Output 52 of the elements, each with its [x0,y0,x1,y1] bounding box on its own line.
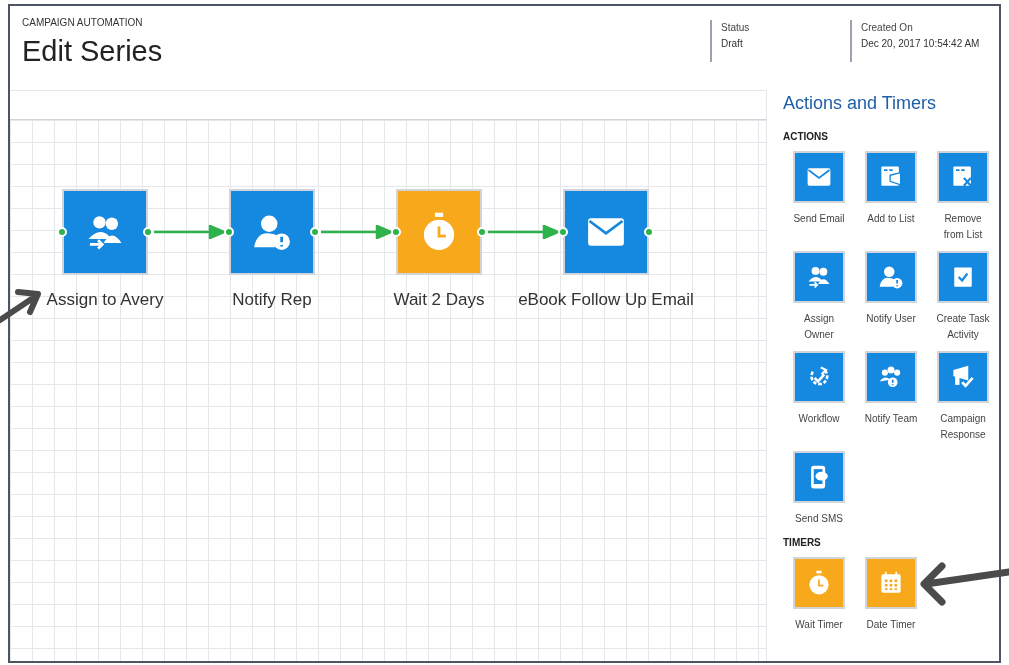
field-label: Status [721,21,751,35]
field-label: Created On [861,21,914,35]
page-title: Edit Series [22,34,164,69]
connection-port[interactable] [558,227,568,237]
node-label: Notify Rep [232,289,312,311]
field-value: Dec 20, 2017 10:54:42 AM [861,37,981,51]
tool-label: Date Timer [865,618,917,632]
connector-arrow [154,225,226,239]
tool-tile[interactable] [793,557,845,609]
tool-label: Assign Owner [803,312,835,342]
connection-port[interactable] [224,227,234,237]
node-tile[interactable] [563,189,649,275]
tool-tile[interactable] [793,251,845,303]
node-tile[interactable] [396,189,482,275]
tool-label: Wait Timer [794,618,844,632]
connection-port[interactable] [310,227,320,237]
tool-label: Create Task Activity [935,312,991,342]
field-value: Draft [721,37,744,51]
connection-port[interactable] [644,227,654,237]
connection-port[interactable] [477,227,487,237]
tool-label: Send SMS [794,512,844,526]
tool-tile[interactable] [793,351,845,403]
tool-label: Add to List [866,212,916,226]
node-label: Assign to Avery [46,289,164,311]
tool-tile[interactable] [865,557,917,609]
tool-tile[interactable] [937,151,989,203]
tool-tile[interactable] [937,251,989,303]
tool-tile[interactable] [865,251,917,303]
connection-port[interactable] [143,227,153,237]
tool-label: Notify User [865,312,917,326]
tool-label: Remove from List [942,212,984,242]
tool-tile[interactable] [937,351,989,403]
tool-tile[interactable] [865,351,917,403]
node-tile[interactable] [229,189,315,275]
section-heading: TIMERS [783,536,822,550]
panel-title: Actions and Timers [783,92,938,115]
connection-port[interactable] [57,227,67,237]
tool-tile[interactable] [793,151,845,203]
section-heading: ACTIONS [783,130,829,144]
node-label: Wait 2 Days [393,289,485,311]
connector-arrow [488,225,560,239]
node-tile[interactable] [62,189,148,275]
breadcrumb: CAMPAIGN AUTOMATION [22,16,144,30]
tool-label: Send Email [792,212,846,226]
tool-label: Campaign Response [939,412,987,442]
tool-tile[interactable] [865,151,917,203]
node-label: eBook Follow Up Email [518,289,694,311]
tool-label: Workflow [797,412,841,426]
tool-label: Notify Team [863,412,919,426]
connection-port[interactable] [391,227,401,237]
tool-tile[interactable] [793,451,845,503]
connector-arrow [321,225,393,239]
